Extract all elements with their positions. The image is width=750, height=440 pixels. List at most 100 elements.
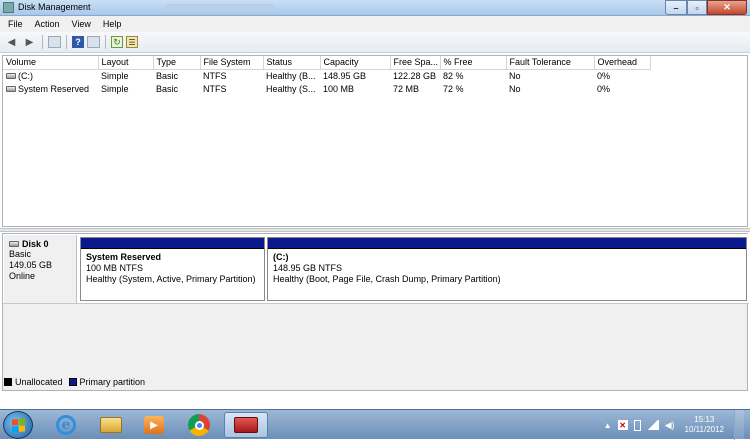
column-header[interactable]: Fault Tolerance xyxy=(506,56,595,70)
network-icon[interactable] xyxy=(646,420,659,430)
toolbar-separator xyxy=(105,35,106,49)
primary-partition-swatch xyxy=(68,378,77,386)
cell-free-space: 72 MB xyxy=(393,83,420,94)
primary-partition-stripe xyxy=(268,238,746,249)
partition-c-drive[interactable]: (C:) 148.95 GB NTFS Healthy (Boot, Page … xyxy=(267,237,747,301)
volume-name: System Reserved xyxy=(18,83,90,94)
disk-row: Disk 0 Basic 149.05 GB Online System Res… xyxy=(3,234,749,304)
cell-status: Healthy (S... xyxy=(266,83,316,94)
cell-layout: Simple xyxy=(101,70,129,81)
partition-system-reserved[interactable]: System Reserved 100 MB NTFS Healthy (Sys… xyxy=(80,237,265,301)
menu-file[interactable]: File xyxy=(2,19,29,29)
column-header[interactable]: % Free xyxy=(440,56,507,70)
disk-state: Online xyxy=(9,271,36,281)
volume-icon[interactable]: ◀) xyxy=(665,420,675,430)
legend-primary: Primary partition xyxy=(79,377,146,387)
taskbar-internet-explorer[interactable]: e xyxy=(44,412,88,438)
menu-help[interactable]: Help xyxy=(97,19,128,29)
cell-capacity: 148.95 GB xyxy=(323,70,367,81)
partition-size: 148.95 GB NTFS xyxy=(273,263,343,273)
help-icon[interactable]: ? xyxy=(72,36,84,48)
table-header-row: Volume Layout Type File System Status Ca… xyxy=(3,56,651,70)
cell-layout: Simple xyxy=(101,83,129,94)
cell-status: Healthy (B... xyxy=(266,70,316,81)
cell-volume: System Reserved xyxy=(3,82,98,95)
taskbar-chrome[interactable] xyxy=(177,412,221,438)
forward-icon[interactable]: ▶ xyxy=(22,35,37,50)
disk-name: Disk 0 xyxy=(22,239,49,249)
cell-volume: (C:) xyxy=(3,69,98,82)
column-header[interactable]: Volume xyxy=(3,56,99,70)
media-player-icon: ▶ xyxy=(144,416,164,434)
menu-view[interactable]: View xyxy=(66,19,97,29)
column-header[interactable]: Capacity xyxy=(320,56,391,70)
taskbar-disk-management[interactable] xyxy=(224,412,268,438)
cell-free-space: 122.28 GB xyxy=(393,70,437,81)
cell-filesystem: NTFS xyxy=(203,70,227,81)
refresh-icon[interactable]: ↻ xyxy=(111,36,123,48)
cell-type: Basic xyxy=(156,70,179,81)
battery-icon[interactable] xyxy=(633,419,641,431)
cell-filesystem: NTFS xyxy=(203,83,227,94)
unallocated-swatch xyxy=(4,378,12,386)
disk-size: 149.05 GB xyxy=(9,260,53,270)
column-header[interactable]: Type xyxy=(153,56,201,70)
column-header[interactable]: Layout xyxy=(98,56,154,70)
chrome-icon xyxy=(188,414,210,436)
title-bar: Disk Management – ▫ ✕ xyxy=(0,0,750,16)
maximize-button[interactable]: ▫ xyxy=(687,0,707,15)
clock-date: 10/11/2012 xyxy=(684,425,724,434)
volume-table: Volume Layout Type File System Status Ca… xyxy=(3,56,651,95)
volume-name: (C:) xyxy=(18,70,33,81)
column-header[interactable]: Free Spa... xyxy=(390,56,441,70)
partition-status: Healthy (Boot, Page File, Crash Dump, Pr… xyxy=(273,274,501,284)
toolbar-separator xyxy=(42,35,43,49)
disk-icon xyxy=(9,241,19,247)
column-header[interactable]: Status xyxy=(263,56,321,70)
drive-icon xyxy=(6,72,16,79)
legend-unallocated: Unallocated xyxy=(15,377,63,387)
clock-time: 15:13 xyxy=(694,415,715,424)
clock[interactable]: 15:13 10/11/2012 xyxy=(685,415,724,435)
taskbar: e ▶ ▲ ✕ ◀) 15:13 10/11/2012 xyxy=(0,409,750,440)
column-header[interactable]: Overhead xyxy=(594,56,651,70)
menu-action[interactable]: Action xyxy=(29,19,66,29)
partition-name: (C:) xyxy=(273,252,289,262)
console-tree-icon[interactable] xyxy=(48,36,61,48)
cell-capacity: 100 MB xyxy=(323,83,355,94)
drive-icon xyxy=(6,85,16,92)
toolbar-separator xyxy=(66,35,67,49)
back-icon[interactable]: ◀ xyxy=(4,35,19,50)
internet-explorer-icon: e xyxy=(56,415,76,435)
taskbar-media-player[interactable]: ▶ xyxy=(132,412,176,438)
partition-name: System Reserved xyxy=(86,252,162,262)
blurred-browser-caption xyxy=(165,4,275,12)
properties-icon[interactable]: ☰ xyxy=(126,36,138,48)
cell-percent-free: 72 % xyxy=(443,83,464,94)
disk-type: Basic xyxy=(9,249,32,259)
toolbar: ◀ ▶ ? ↻ ☰ xyxy=(0,32,750,53)
cell-type: Basic xyxy=(156,83,179,94)
disk-info[interactable]: Disk 0 Basic 149.05 GB Online xyxy=(4,235,77,303)
show-desktop-button[interactable] xyxy=(734,410,744,440)
show-hide-icon[interactable] xyxy=(87,36,100,48)
table-row[interactable]: (C:) Simple Basic NTFS Healthy (B... 148… xyxy=(3,69,650,82)
column-header[interactable]: File System xyxy=(200,56,264,70)
folder-icon xyxy=(100,417,122,433)
disk-management-app-icon xyxy=(3,2,14,13)
show-hidden-icons-icon[interactable]: ▲ xyxy=(604,421,612,430)
window-title: Disk Management xyxy=(18,2,91,12)
close-button[interactable]: ✕ xyxy=(707,0,747,15)
taskbar-explorer[interactable] xyxy=(89,412,133,438)
start-button[interactable] xyxy=(3,411,33,439)
minimize-button[interactable]: – xyxy=(665,0,687,15)
legend: Unallocated Primary partition xyxy=(4,377,145,387)
pane-splitter[interactable] xyxy=(0,228,750,232)
disk-graphical-view: Disk 0 Basic 149.05 GB Online System Res… xyxy=(2,233,749,391)
cell-overhead: 0% xyxy=(597,83,611,94)
menu-bar: File Action View Help xyxy=(0,16,750,32)
table-row[interactable]: System Reserved Simple Basic NTFS Health… xyxy=(3,82,650,95)
action-center-icon[interactable]: ✕ xyxy=(617,420,628,430)
partition-size: 100 MB NTFS xyxy=(86,263,144,273)
computer-management-icon xyxy=(234,417,258,433)
